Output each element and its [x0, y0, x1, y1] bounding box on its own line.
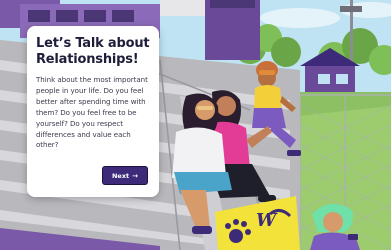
card-title: Let’s Talk about Relationships!	[36, 36, 150, 67]
intro-card: Let’s Talk about Relationships! Think ab…	[27, 26, 159, 197]
card-body-text: Think about the most important people in…	[36, 75, 148, 150]
relationships-intro-screen: W Let’s Talk about Relationships! Think …	[0, 0, 391, 250]
arrow-right-icon: →	[132, 171, 139, 180]
next-button-label: Next	[111, 171, 130, 180]
next-button[interactable]: Next →	[102, 166, 148, 185]
banner-letter: W	[256, 210, 278, 231]
